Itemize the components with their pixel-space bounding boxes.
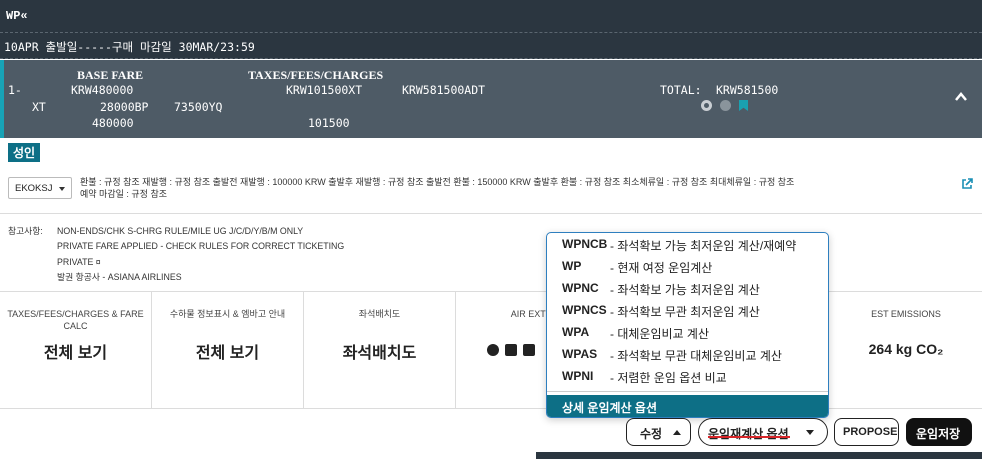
note-line: NON-ENDS/CHK S-CHRG RULE/MILE UG J/C/D/Y… <box>57 226 304 236</box>
edit-button-label: 수정 <box>640 427 663 441</box>
card-title: 수하물 정보표시 & 엠바고 안내 <box>169 309 286 319</box>
menu-item-desc: - 좌석확보 가능 최저운임 계산 <box>610 283 760 297</box>
notes-label: 참고사항: <box>8 226 43 236</box>
base-fare-header: BASE FARE <box>77 68 144 82</box>
fare-bp-tax: 28000BP <box>100 100 149 114</box>
menu-item-desc: - 좌석확보 무관 대체운임비교 계산 <box>610 349 782 363</box>
menu-item-wp[interactable]: WP - 현재 여정 운임계산 <box>547 255 828 277</box>
fare-summary-block: BASE FARE TAXES/FEES/CHARGES 1- KRW48000… <box>0 60 982 138</box>
status-dot-icon <box>720 100 731 111</box>
note-line: 발권 항공사 - ASIANA AIRLINES <box>57 271 182 282</box>
fare-total-label: TOTAL: <box>660 83 702 97</box>
fare-basis-value: EKOKSJ <box>15 183 53 194</box>
fare-rules-row: EKOKSJ 환불 : 규정 참조 재발행 : 규정 참조 출발전 재발행 : … <box>0 168 982 214</box>
menu-item-wpncs[interactable]: WPNCS - 좌석확보 무관 최저운임 계산 <box>547 299 828 321</box>
fare-rules-summary: 환불 : 규정 참조 재발행 : 규정 참조 출발전 재발행 : 100000 … <box>80 176 940 200</box>
terminal-command-line[interactable]: WP« <box>0 0 982 33</box>
terminal-command: WP« <box>6 9 28 23</box>
menu-item-wpnc[interactable]: WPNC - 좌석확보 가능 최저운임 계산 <box>547 277 828 299</box>
taxes-header: TAXES/FEES/CHARGES <box>248 68 384 82</box>
card-title: 좌석배치도 <box>358 309 401 319</box>
menu-item-code: WP <box>562 259 582 273</box>
menu-item-code: WPNCB <box>562 237 608 251</box>
ticketing-deadline-text: 10APR 출발일-----구매 마감일 30MAR/23:59 <box>4 40 255 54</box>
fare-basis-select[interactable]: EKOKSJ <box>8 177 72 199</box>
menu-item-wpas[interactable]: WPAS - 좌석확보 무관 대체운임비교 계산 <box>547 343 828 365</box>
fare-row-index: 1- <box>8 83 22 97</box>
view-all-link[interactable]: 전체 보기 <box>0 339 151 363</box>
menu-item-code: WPAS <box>562 347 598 361</box>
emissions-value: 264 kg CO₂ <box>868 341 944 357</box>
menu-item-desc: - 저렴한 운임 옵션 비교 <box>610 371 727 385</box>
menu-item-code: WPNCS <box>562 303 607 317</box>
recalc-options-button[interactable]: 운임재계산 옵션 <box>698 418 828 446</box>
gear-icon[interactable] <box>701 100 712 111</box>
card-title: EST EMISSIONS <box>871 309 941 319</box>
seat-map-link[interactable]: 좌석배치도 <box>304 339 455 363</box>
footer-strip <box>536 452 982 459</box>
fare-xt-label: XT <box>32 100 46 114</box>
fare-rules-line: 환불 : 규정 참조 재발행 : 규정 참조 출발전 재발행 : 100000 … <box>80 177 795 187</box>
air-extras-icons <box>487 344 535 356</box>
fare-adt-total: KRW581500ADT <box>402 83 486 97</box>
menu-item-code: WPNI <box>562 369 594 383</box>
save-fare-label: 운임저장 <box>916 427 961 441</box>
card-emissions: EST EMISSIONS 264 kg CO₂ <box>830 292 982 409</box>
menu-item-desc: - 좌석확보 무관 최저운임 계산 <box>610 305 760 319</box>
view-all-link[interactable]: 전체 보기 <box>152 339 303 363</box>
menu-item-desc: - 현재 여정 운임계산 <box>610 261 713 275</box>
fare-total-value: KRW581500 <box>716 83 779 97</box>
action-bar: 수정 운임재계산 옵션 PROPOSE 운임저장 <box>0 409 982 459</box>
menu-item-wpni[interactable]: WPNI - 저렴한 운임 옵션 비교 <box>547 365 828 387</box>
edit-button[interactable]: 수정 <box>626 418 691 446</box>
note-line: PRIVATE ¤ <box>57 256 101 267</box>
external-link-icon[interactable] <box>961 178 973 190</box>
fare-tax-subtotal: 101500 <box>308 116 350 130</box>
menu-item-desc: - 대체운임비교 계산 <box>610 327 709 341</box>
fare-action-icons <box>701 100 748 111</box>
recalc-options-menu[interactable]: WPNCB - 좌석확보 가능 최저운임 계산/재예약 WP - 현재 여정 운… <box>546 232 829 418</box>
passenger-type-badge: 성인 <box>8 143 41 162</box>
menu-item-wpncb[interactable]: WPNCB - 좌석확보 가능 최저운임 계산/재예약 <box>547 233 828 255</box>
menu-item-code: WPA <box>562 325 590 339</box>
active-underline <box>708 436 790 438</box>
bookmark-icon[interactable] <box>739 100 748 111</box>
medical-icon <box>523 344 535 356</box>
caret-up-icon <box>673 430 681 435</box>
menu-item-wpa[interactable]: WPA - 대체운임비교 계산 <box>547 321 828 343</box>
note-line: PRIVATE FARE APPLIED - CHECK RULES FOR C… <box>57 241 345 252</box>
pet-icon <box>487 344 499 356</box>
chevron-up-icon[interactable] <box>954 90 968 104</box>
card-taxes-fare-calc[interactable]: TAXES/FEES/CHARGES & FARE CALC 전체 보기 <box>0 292 152 409</box>
recalc-options-label: 운임재계산 옵션 <box>708 427 789 441</box>
terminal-ticketing-line: 10APR 출발일-----구매 마감일 30MAR/23:59 <box>0 33 982 59</box>
card-baggage-embargo[interactable]: 수하물 정보표시 & 엠바고 안내 전체 보기 <box>152 292 304 409</box>
card-seat-map[interactable]: 좌석배치도 좌석배치도 <box>304 292 456 409</box>
menu-item-desc: - 좌석확보 가능 최저운임 계산/재예약 <box>610 239 797 253</box>
fare-base-subtotal: 480000 <box>92 116 134 130</box>
propose-button-label: PROPOSE <box>843 426 898 438</box>
fare-rules-line: 예약 마감일 : 규정 참조 <box>80 189 168 199</box>
menu-divider <box>547 391 828 392</box>
save-fare-button[interactable]: 운임저장 <box>906 418 972 446</box>
fare-tax-amount: KRW101500XT <box>286 83 363 97</box>
caret-down-icon <box>806 430 814 435</box>
info-cards: TAXES/FEES/CHARGES & FARE CALC 전체 보기 수하물… <box>0 291 982 409</box>
card-title: TAXES/FEES/CHARGES & FARE CALC <box>7 309 144 331</box>
fare-base-amount: KRW480000 <box>71 83 134 97</box>
baggage-icon <box>505 344 517 356</box>
fare-yq-tax: 73500YQ <box>174 100 223 114</box>
menu-item-code: WPNC <box>562 281 599 295</box>
propose-button[interactable]: PROPOSE <box>834 418 899 446</box>
